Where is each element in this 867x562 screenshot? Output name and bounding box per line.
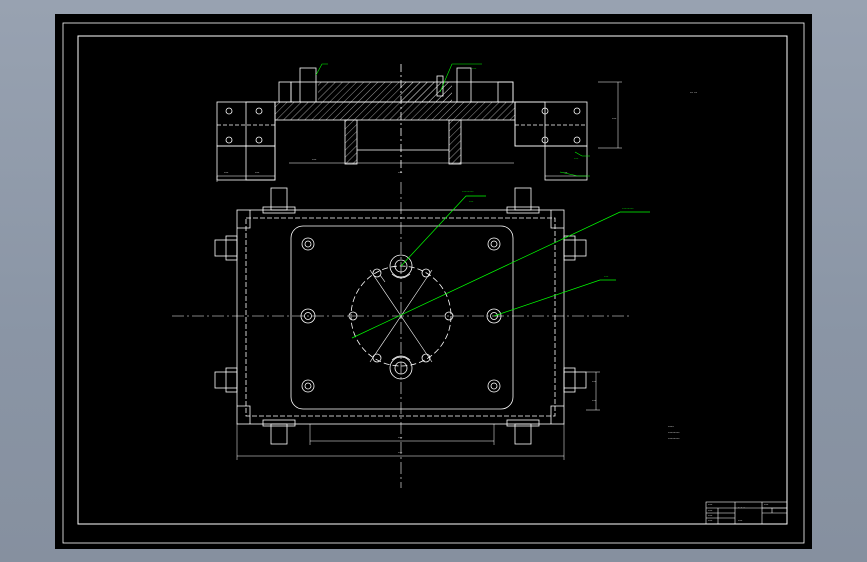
plan-view bbox=[172, 182, 632, 488]
cad-drawing: --- --- --- --- --- --- --- --- --- --- … bbox=[62, 22, 805, 544]
title-mark: -- -- bbox=[690, 90, 698, 95]
overall-dim: --- bbox=[398, 450, 403, 455]
callout-3: --- bbox=[604, 274, 609, 279]
tb-cell-5: --- bbox=[764, 502, 769, 507]
side-dim-2: --- bbox=[592, 398, 597, 403]
section-view bbox=[216, 64, 622, 182]
plan-view-leader-text: -------- --- -------- --- bbox=[462, 189, 634, 279]
leader-note-2: --- bbox=[574, 156, 579, 161]
tb-cell-6: --- bbox=[738, 518, 743, 523]
plan-view-dim-text: --- --- --- --- bbox=[398, 379, 597, 455]
dim-center-2: --- bbox=[398, 170, 403, 175]
cad-viewport[interactable]: --- --- --- --- --- --- --- --- --- --- … bbox=[55, 14, 812, 549]
title-block bbox=[705, 501, 788, 525]
notes: -- -- ---- -------- -------- bbox=[668, 90, 698, 441]
dim-left-2: --- bbox=[255, 170, 260, 175]
dim-right-2: --- bbox=[612, 116, 617, 121]
tech-req-line-2: -------- bbox=[668, 436, 680, 441]
callout-2: -------- bbox=[622, 206, 634, 211]
dim-left-1: --- bbox=[224, 170, 229, 175]
callout-1: -------- bbox=[462, 189, 474, 194]
callout-1-sub: --- bbox=[469, 199, 474, 204]
dim-right-1: --- bbox=[563, 170, 568, 175]
leader-note: --- bbox=[472, 66, 477, 71]
dim-center-1: --- bbox=[312, 157, 317, 162]
title-block-text: - - - --- --- --- --- --- --- bbox=[708, 502, 769, 523]
tb-cell-4: --- bbox=[708, 518, 713, 523]
tech-req-title: ---- bbox=[668, 424, 674, 429]
width-dim: --- bbox=[398, 435, 403, 440]
side-dim-1: --- bbox=[592, 379, 597, 384]
tb-cell-1: --- bbox=[708, 502, 713, 507]
tech-req-line-1: -------- bbox=[668, 430, 680, 435]
drawing-name: - - - bbox=[738, 505, 745, 510]
